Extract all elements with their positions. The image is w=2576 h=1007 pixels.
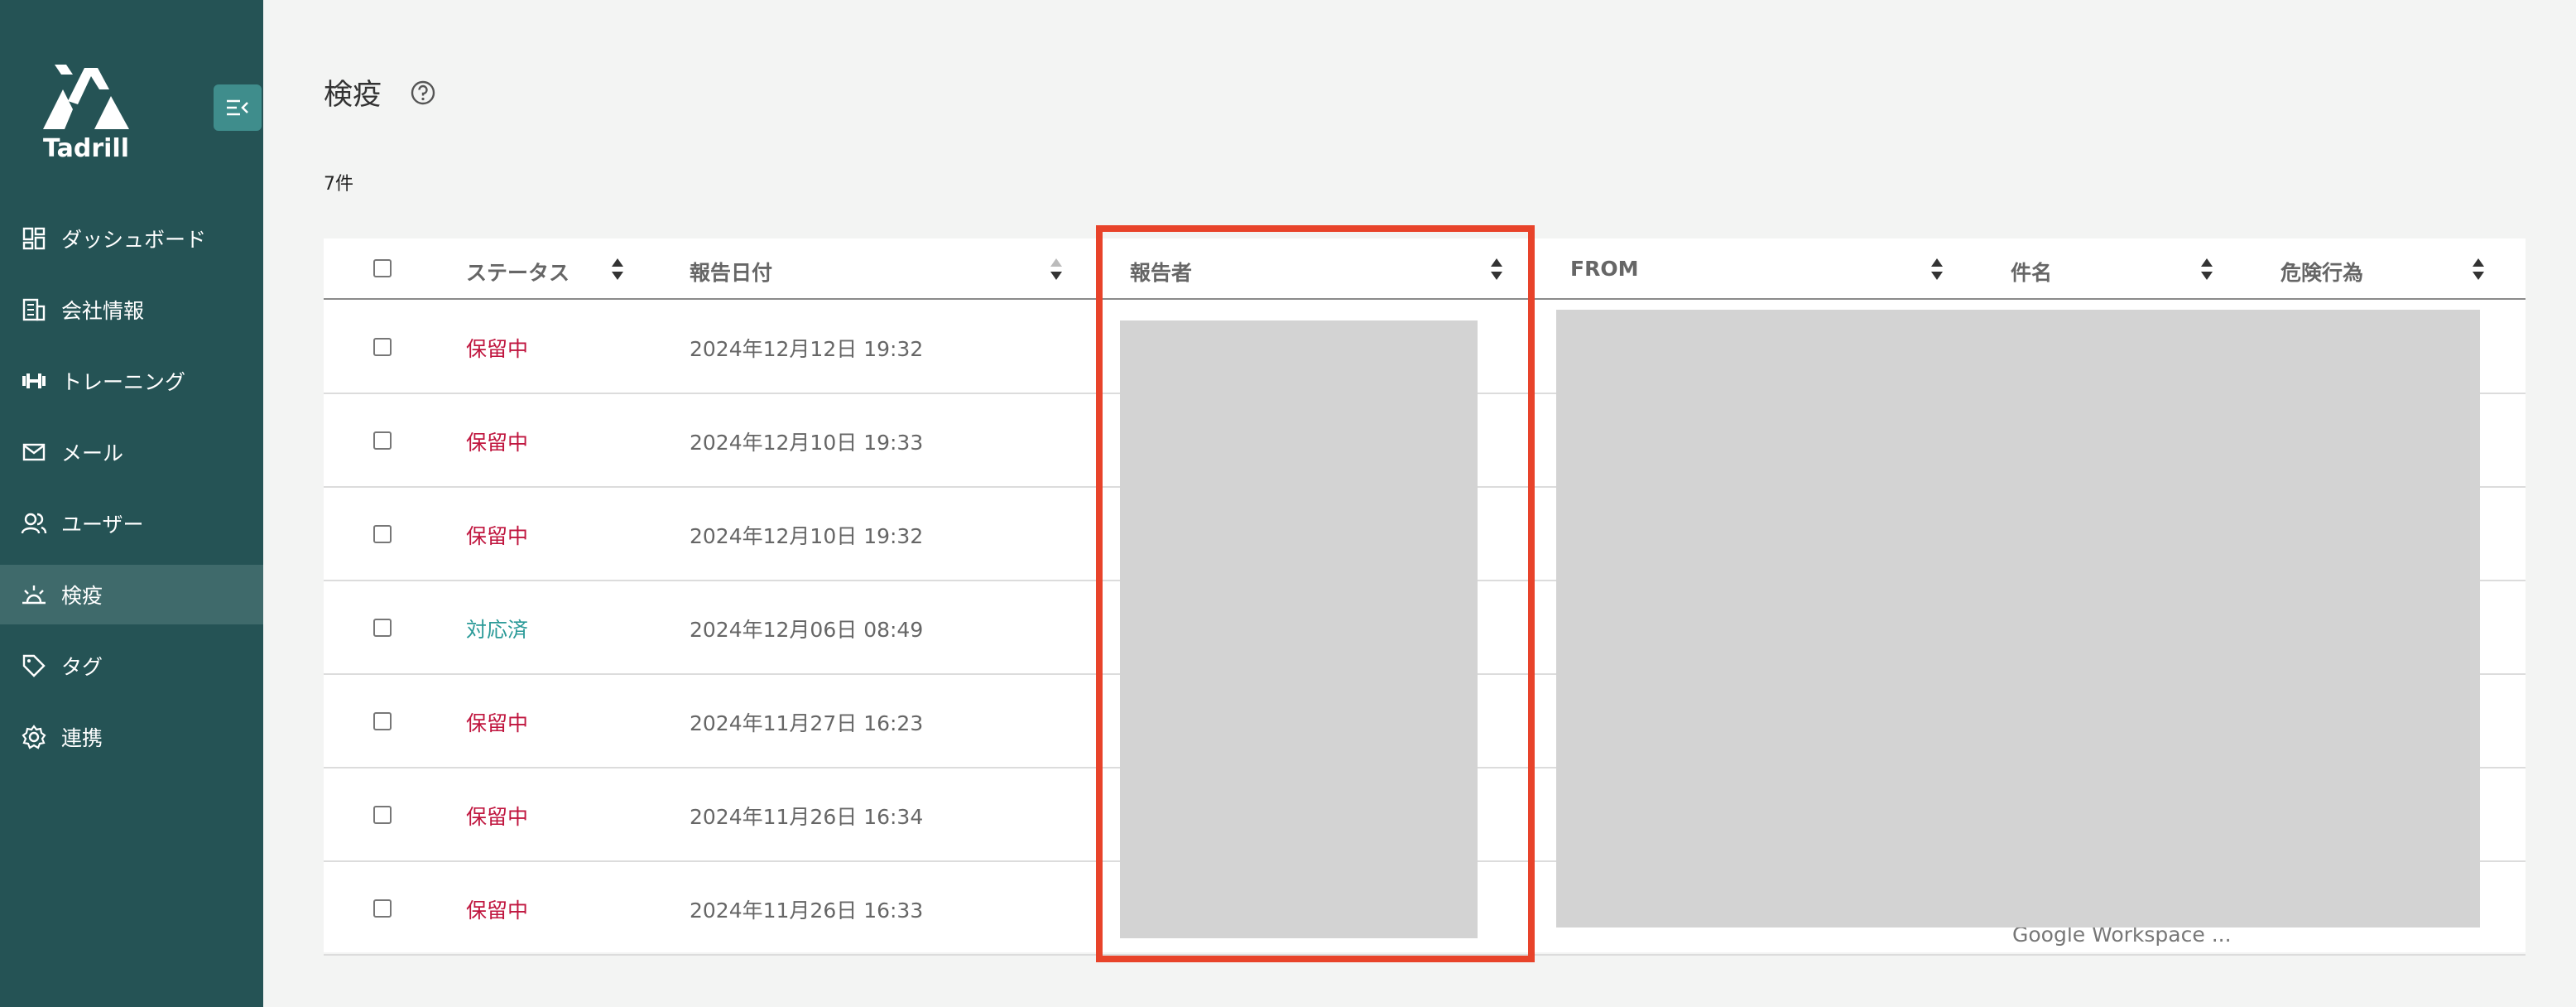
result-count: 7件	[324, 174, 353, 195]
page-title-wrap: 検疫	[324, 71, 436, 113]
sort-risky-action-icon[interactable]	[2471, 257, 2486, 282]
brand-name: Tadrill	[43, 134, 129, 163]
mail-icon	[20, 438, 48, 466]
row-checkbox[interactable]	[373, 806, 392, 824]
sort-from-icon[interactable]	[1930, 257, 1944, 282]
quarantine-icon	[20, 581, 48, 609]
tadrill-logo[interactable]: Tadrill	[36, 65, 136, 163]
details-redaction	[1556, 310, 2480, 928]
status-badge: 保留中	[466, 524, 529, 548]
sidebar-nav: ダッシュボード 会社情報 トレーニング メール ユーザー 検疫 タグ 連携	[0, 209, 263, 778]
dumbbell-icon	[20, 367, 48, 395]
row-checkbox[interactable]	[373, 619, 392, 637]
sidebar-item-label: ユーザー	[61, 513, 144, 537]
status-badge: 保留中	[466, 805, 529, 829]
dashboard-icon	[20, 224, 48, 253]
collapse-menu-icon	[227, 99, 248, 116]
sidebar-item-dashboard[interactable]: ダッシュボード	[0, 209, 263, 268]
sidebar-item-label: 検疫	[61, 584, 103, 608]
collapse-sidebar-button[interactable]	[214, 84, 262, 131]
status-badge: 保留中	[466, 431, 529, 455]
sidebar-item-mail[interactable]: メール	[0, 422, 263, 482]
sort-status-icon[interactable]	[610, 257, 625, 282]
report-date: 2024年11月26日 16:34	[690, 805, 924, 829]
sidebar-item-label: トレーニング	[61, 370, 186, 394]
sidebar-item-users[interactable]: ユーザー	[0, 494, 263, 553]
column-header-risky-action[interactable]: 危険行為	[2280, 257, 2363, 287]
sidebar-item-integration[interactable]: 連携	[0, 707, 263, 767]
tadrill-mark-icon	[43, 65, 129, 129]
sidebar-item-label: タグ	[61, 655, 103, 679]
column-header-from[interactable]: FROM	[1570, 257, 1638, 281]
building-icon	[20, 296, 48, 324]
select-all-checkbox[interactable]	[373, 259, 392, 277]
sidebar-item-tag[interactable]: タグ	[0, 636, 263, 696]
report-date: 2024年11月26日 16:33	[690, 899, 924, 923]
help-icon[interactable]	[410, 80, 436, 106]
status-badge: 対応済	[466, 618, 529, 642]
sidebar-item-label: メール	[61, 441, 124, 465]
report-date: 2024年12月10日 19:33	[690, 431, 924, 455]
page-title: 検疫	[324, 79, 382, 112]
status-badge: 保留中	[466, 711, 529, 735]
sort-subject-icon[interactable]	[2199, 257, 2214, 282]
sidebar: Tadrill ダッシュボード 会社情報 トレーニング メール ユーザー 検疫 …	[0, 0, 263, 1007]
gear-icon	[20, 723, 48, 751]
report-date: 2024年12月10日 19:32	[690, 524, 924, 548]
row-checkbox[interactable]	[373, 899, 392, 918]
sidebar-item-quarantine[interactable]: 検疫	[0, 565, 263, 624]
row-checkbox[interactable]	[373, 712, 392, 730]
reporter-column-highlight	[1096, 225, 1535, 962]
users-icon	[20, 509, 48, 537]
row-checkbox[interactable]	[373, 431, 392, 450]
row-checkbox[interactable]	[373, 525, 392, 543]
report-date: 2024年11月27日 16:23	[690, 711, 924, 735]
column-header-date[interactable]: 報告日付	[690, 257, 772, 287]
sidebar-item-label: 連携	[61, 726, 103, 750]
status-badge: 保留中	[466, 337, 529, 361]
column-header-status[interactable]: ステータス	[466, 257, 570, 287]
status-badge: 保留中	[466, 899, 529, 923]
tag-icon	[20, 652, 48, 680]
sidebar-item-label: 会社情報	[61, 299, 145, 323]
sidebar-item-label: ダッシュボード	[61, 228, 207, 252]
report-date: 2024年12月06日 08:49	[690, 618, 924, 642]
sidebar-item-company[interactable]: 会社情報	[0, 280, 263, 340]
row-checkbox[interactable]	[373, 338, 392, 356]
report-date: 2024年12月12日 19:32	[690, 337, 924, 361]
sidebar-item-training[interactable]: トレーニング	[0, 351, 263, 411]
column-header-subject[interactable]: 件名	[2011, 257, 2052, 287]
sort-date-icon[interactable]	[1049, 257, 1064, 282]
